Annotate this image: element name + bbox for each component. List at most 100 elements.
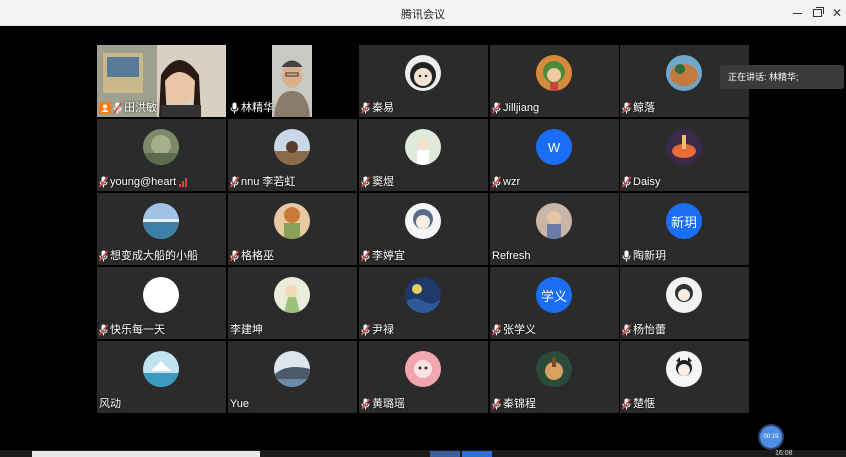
restore-icon[interactable] bbox=[807, 3, 827, 23]
participant-name: wzr bbox=[503, 176, 521, 188]
avatar bbox=[405, 129, 441, 165]
mic-muted-icon bbox=[361, 398, 372, 410]
participant-tile[interactable]: 林精华 bbox=[228, 45, 357, 117]
participant-name: 尹禄 bbox=[372, 324, 394, 336]
avatar bbox=[666, 129, 702, 165]
participant-name: 秦锦程 bbox=[503, 398, 536, 410]
participant-nametag: 鲸落 bbox=[622, 101, 655, 115]
participant-name: 窦煜 bbox=[372, 176, 394, 188]
taskbar-app-icon[interactable] bbox=[430, 451, 460, 457]
participant-nametag: 陶新玥 bbox=[622, 249, 666, 263]
participant-name: 格格巫 bbox=[241, 250, 274, 262]
participant-nametag: 快乐每一天 bbox=[99, 323, 165, 337]
participant-tile[interactable]: 窦煜 bbox=[359, 119, 488, 191]
participant-name: Daisy bbox=[633, 176, 661, 188]
minimize-icon[interactable] bbox=[787, 3, 807, 23]
mic-muted-icon bbox=[492, 324, 503, 336]
participant-name: 风动 bbox=[99, 398, 121, 410]
avatar bbox=[536, 351, 572, 387]
participant-name: 杨怡蕾 bbox=[633, 324, 666, 336]
participant-nametag: Yue bbox=[230, 397, 249, 411]
participant-name: 陶新玥 bbox=[633, 250, 666, 262]
avatar: 新玥 bbox=[666, 203, 702, 239]
participant-tile[interactable]: nnu 李若虹 bbox=[228, 119, 357, 191]
mic-muted-icon bbox=[622, 102, 633, 114]
participant-tile[interactable]: 杨怡蕾 bbox=[620, 267, 749, 339]
participant-nametag: 秦易 bbox=[361, 101, 394, 115]
avatar: W bbox=[536, 129, 572, 165]
participant-nametag: young@heart bbox=[99, 175, 188, 189]
participant-tile[interactable]: 想变成大船的小船 bbox=[97, 193, 226, 265]
participant-name: young@heart bbox=[110, 176, 177, 188]
floating-timer-button[interactable]: 00:19 bbox=[760, 426, 782, 448]
participant-tile[interactable]: 楚惬 bbox=[620, 341, 749, 413]
window-title: 腾讯会议 bbox=[401, 9, 445, 21]
participant-name: Refresh bbox=[492, 250, 531, 262]
participant-nametag: 张学义 bbox=[492, 323, 536, 337]
mic-muted-icon bbox=[622, 176, 633, 188]
participant-tile[interactable]: 学义 张学义 bbox=[490, 267, 619, 339]
participant-tile[interactable]: Refresh bbox=[490, 193, 619, 265]
participant-name: 楚惬 bbox=[633, 398, 655, 410]
taskbar-search-input[interactable] bbox=[32, 451, 260, 457]
participant-tile[interactable]: 快乐每一天 bbox=[97, 267, 226, 339]
participant-tile[interactable]: 风动 bbox=[97, 341, 226, 413]
participant-nametag: 李建坤 bbox=[230, 323, 263, 337]
avatar bbox=[405, 203, 441, 239]
mic-muted-icon bbox=[622, 398, 633, 410]
host-icon bbox=[99, 102, 111, 114]
mic-muted-icon bbox=[622, 324, 633, 336]
participant-nametag: 黄璐瑶 bbox=[361, 397, 405, 411]
avatar bbox=[143, 129, 179, 165]
avatar bbox=[405, 277, 441, 313]
participant-tile[interactable]: Daisy bbox=[620, 119, 749, 191]
participant-tile[interactable]: Wwzr bbox=[490, 119, 619, 191]
participant-tile[interactable]: Jilljiang bbox=[490, 45, 619, 117]
avatar bbox=[536, 55, 572, 91]
avatar bbox=[536, 203, 572, 239]
taskbar-app-icon[interactable] bbox=[462, 451, 492, 457]
avatar bbox=[405, 351, 441, 387]
avatar bbox=[274, 277, 310, 313]
mic-muted-icon bbox=[99, 176, 110, 188]
participant-name: 林精华 bbox=[241, 102, 274, 114]
participant-tile[interactable]: 秦易 bbox=[359, 45, 488, 117]
participant-nametag: 田洪敏 bbox=[99, 101, 157, 115]
participant-nametag: 楚惬 bbox=[622, 397, 655, 411]
participant-nametag: 秦锦程 bbox=[492, 397, 536, 411]
avatar bbox=[143, 351, 179, 387]
mic-icon bbox=[622, 250, 633, 262]
mic-muted-icon bbox=[361, 102, 372, 114]
participant-nametag: 想变成大船的小船 bbox=[99, 249, 198, 263]
avatar: 学义 bbox=[536, 277, 572, 313]
avatar bbox=[274, 203, 310, 239]
participant-tile[interactable]: 李建坤 bbox=[228, 267, 357, 339]
participant-tile[interactable]: 格格巫 bbox=[228, 193, 357, 265]
mic-muted-icon bbox=[361, 176, 372, 188]
participant-tile[interactable]: 黄璐瑶 bbox=[359, 341, 488, 413]
window-titlebar: 腾讯会议 ✕ bbox=[0, 0, 846, 26]
participant-nametag: Refresh bbox=[492, 249, 531, 263]
participant-tile[interactable]: Yue bbox=[228, 341, 357, 413]
mic-muted-icon bbox=[230, 250, 241, 262]
video-gallery: 田洪敏 林精华 秦易 Jilljiang 鲸落 young@heart nnu 李若虹 窦煜 W… bbox=[0, 26, 846, 450]
participant-nametag: 窦煜 bbox=[361, 175, 394, 189]
network-signal-icon bbox=[179, 177, 188, 187]
participant-name: 李建坤 bbox=[230, 324, 263, 336]
avatar bbox=[666, 55, 702, 91]
participant-nametag: Jilljiang bbox=[492, 101, 539, 115]
mic-muted-icon bbox=[99, 250, 110, 262]
participant-tile[interactable]: 田洪敏 bbox=[97, 45, 226, 117]
participant-tile[interactable]: 新玥 陶新玥 bbox=[620, 193, 749, 265]
participant-tile[interactable]: 秦锦程 bbox=[490, 341, 619, 413]
mic-muted-icon bbox=[361, 250, 372, 262]
participant-tile[interactable]: 李婷宜 bbox=[359, 193, 488, 265]
close-icon[interactable]: ✕ bbox=[827, 3, 846, 23]
participant-tile[interactable]: 尹禄 bbox=[359, 267, 488, 339]
participant-nametag: wzr bbox=[492, 175, 520, 189]
participant-tile[interactable]: young@heart bbox=[97, 119, 226, 191]
participant-name: Yue bbox=[230, 398, 249, 410]
participant-nametag: 风动 bbox=[99, 397, 121, 411]
avatar bbox=[666, 277, 702, 313]
mic-muted-icon bbox=[361, 324, 372, 336]
